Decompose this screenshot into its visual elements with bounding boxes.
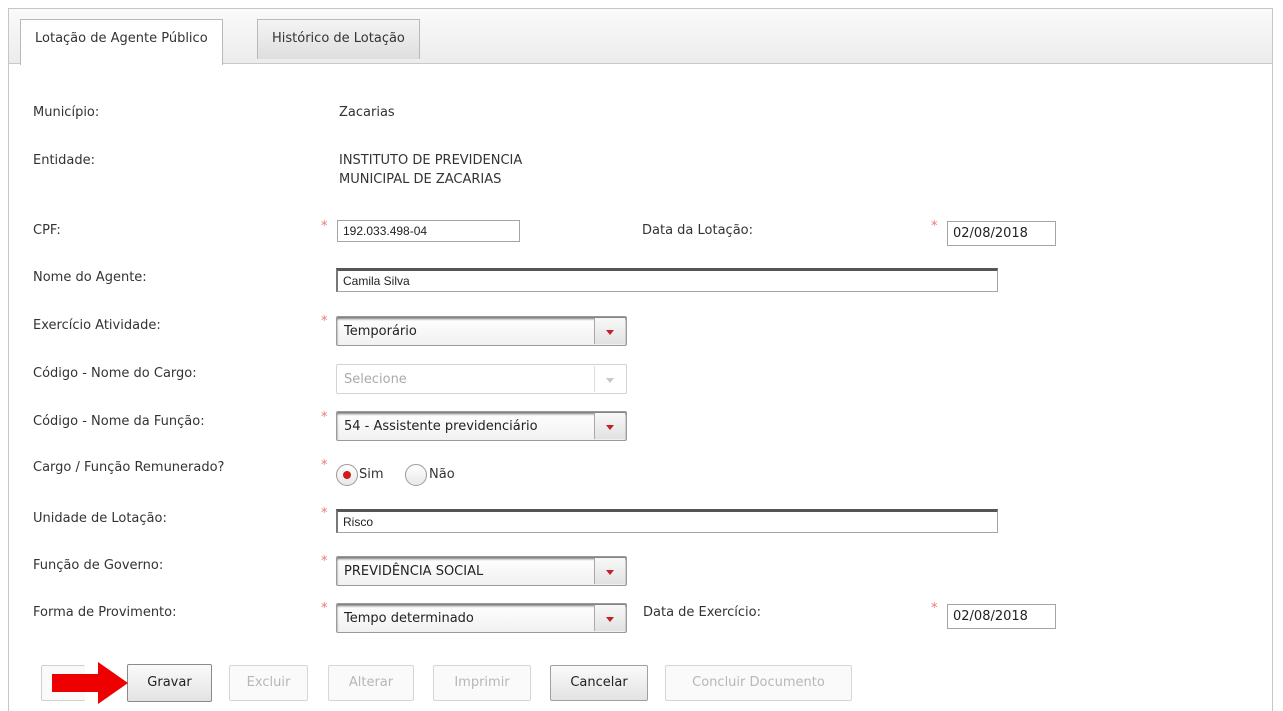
excluir-button[interactable]: Excluir [229,665,308,701]
required-marker: * [321,410,328,425]
required-marker: * [321,458,328,473]
imprimir-button[interactable]: Imprimir [433,665,531,701]
funcao-governo-label: Função de Governo: [33,558,164,573]
red-arrow-annotation-icon [52,662,128,704]
nome-agente-input[interactable] [336,268,998,292]
exercicio-atividade-label: Exercício Atividade: [33,318,161,333]
dropdown-arrow-icon[interactable] [594,605,625,631]
concluir-documento-button[interactable]: Concluir Documento [665,665,852,701]
gravar-button[interactable]: Gravar [127,664,212,702]
remunerado-label: Cargo / Função Remunerado? [33,460,225,475]
exercicio-atividade-select[interactable]: Temporário [336,316,627,346]
codigo-cargo-select: Selecione [336,364,627,394]
forma-provimento-value: Tempo determinado [344,611,474,626]
lotacao-panel: Lotação de Agente Público Histórico de L… [8,8,1273,711]
required-marker: * [321,219,328,234]
required-marker: * [931,601,938,616]
municipio-value: Zacarias [339,105,395,120]
municipio-label: Município: [33,105,100,120]
dropdown-arrow-icon [594,366,625,392]
codigo-funcao-select[interactable]: 54 - Assistente previdenciário [336,411,627,441]
required-marker: * [321,506,328,521]
forma-provimento-select[interactable]: Tempo determinado [336,603,627,633]
codigo-cargo-value: Selecione [344,372,407,387]
dropdown-arrow-icon[interactable] [594,413,625,439]
data-exercicio-input[interactable] [947,604,1056,629]
dropdown-arrow-icon[interactable] [594,558,625,584]
remunerado-sim-radio[interactable] [336,464,358,486]
codigo-funcao-label: Código - Nome da Função: [33,414,205,429]
entidade-label: Entidade: [33,153,96,168]
remunerado-nao-label[interactable]: Não [429,467,455,482]
funcao-governo-select[interactable]: PREVIDÊNCIA SOCIAL [336,556,627,586]
tab-historico-lotacao[interactable]: Histórico de Lotação [257,19,420,59]
codigo-cargo-label: Código - Nome do Cargo: [33,366,197,381]
forma-provimento-label: Forma de Provimento: [33,605,177,620]
funcao-governo-value: PREVIDÊNCIA SOCIAL [344,564,484,579]
data-exercicio-label: Data de Exercício: [643,605,761,620]
remunerado-nao-radio[interactable] [405,464,427,486]
data-lotacao-label: Data da Lotação: [642,223,754,238]
data-lotacao-input[interactable] [947,221,1056,246]
required-marker: * [321,314,328,329]
exercicio-atividade-value: Temporário [344,324,417,339]
required-marker: * [321,554,328,569]
required-marker: * [321,601,328,616]
entidade-value-line1: INSTITUTO DE PREVIDENCIA [339,153,523,168]
remunerado-sim-label[interactable]: Sim [359,467,384,482]
cpf-label: CPF: [33,223,61,238]
tab-lotacao-agente[interactable]: Lotação de Agente Público [20,19,223,65]
entidade-value-line2: MUNICIPAL DE ZACARIAS [339,172,502,187]
nome-agente-label: Nome do Agente: [33,270,147,285]
unidade-lotacao-label: Unidade de Lotação: [33,511,167,526]
dropdown-arrow-icon[interactable] [594,318,625,344]
required-marker: * [931,219,938,234]
cancelar-button[interactable]: Cancelar [550,665,648,701]
codigo-funcao-value: 54 - Assistente previdenciário [344,419,538,434]
unidade-lotacao-input[interactable] [336,509,998,533]
alterar-button[interactable]: Alterar [328,665,414,701]
tab-bar: Lotação de Agente Público Histórico de L… [9,9,1272,65]
cpf-input[interactable] [337,220,520,242]
